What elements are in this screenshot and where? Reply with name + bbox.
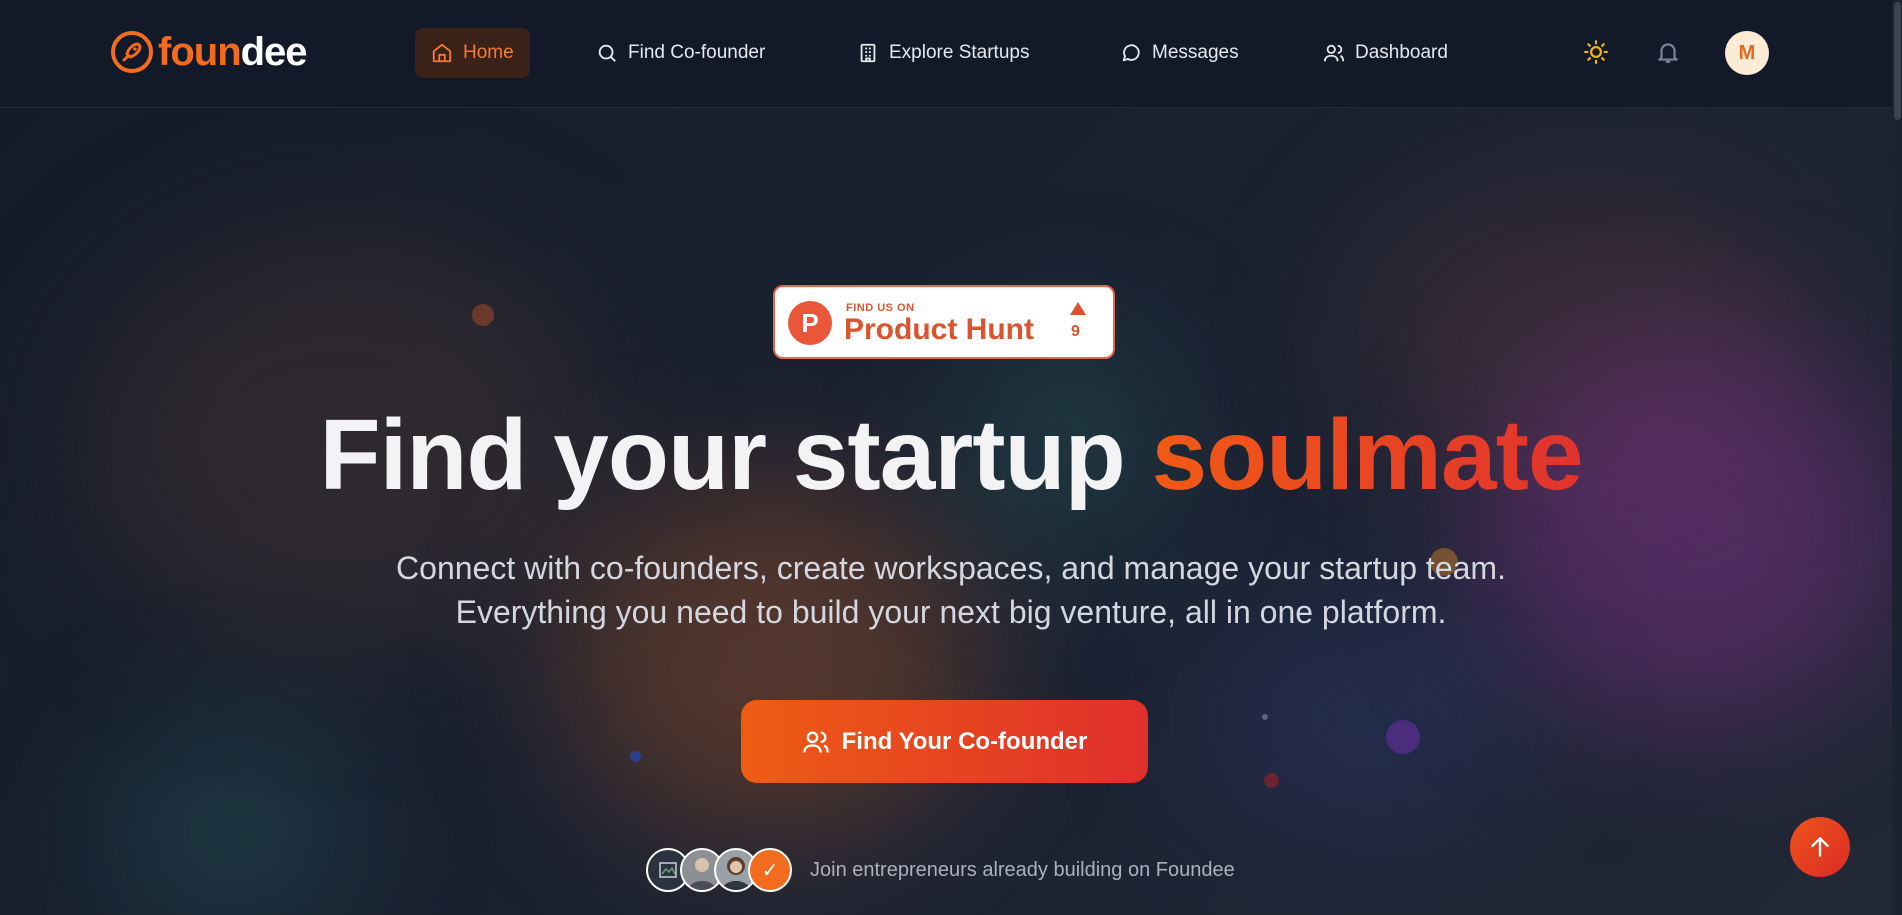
- product-hunt-logo-icon: P: [788, 301, 832, 345]
- hero-headline: Find your startup soulmate: [0, 395, 1902, 515]
- hero-subtitle-line-2: Everything you need to build your next b…: [455, 594, 1447, 630]
- nav-find-cofounder-label: Find Co-founder: [628, 42, 766, 63]
- product-hunt-title: Product Hunt: [844, 313, 1034, 346]
- social-proof: ✓ Join entrepreneurs already building on…: [646, 848, 1235, 892]
- top-navbar: foundee Home Find Co-founder Explore Sta…: [0, 0, 1902, 108]
- nav-explore-startups[interactable]: Explore Startups: [841, 28, 1045, 78]
- users-icon: [1323, 44, 1345, 62]
- users-icon: [802, 731, 829, 753]
- home-icon: [432, 43, 452, 63]
- nav-home[interactable]: Home: [415, 28, 530, 78]
- bell-icon: [1658, 43, 1678, 63]
- user-avatar[interactable]: M: [1725, 31, 1769, 75]
- theme-toggle-button[interactable]: [1578, 34, 1614, 70]
- foundee-logo[interactable]: foundee: [110, 30, 308, 74]
- notifications-button[interactable]: [1650, 34, 1686, 70]
- headline-highlight: soulmate: [1151, 399, 1583, 511]
- scrollbar[interactable]: [1892, 0, 1902, 915]
- upvote-count: 9: [1071, 323, 1080, 340]
- nav-explore-startups-label: Explore Startups: [889, 42, 1030, 63]
- nav-messages-label: Messages: [1152, 42, 1239, 63]
- broken-image-icon: [659, 862, 677, 878]
- brand-name: foundee: [158, 30, 308, 74]
- upvote-arrow-icon: [1070, 302, 1086, 315]
- nav-find-cofounder[interactable]: Find Co-founder: [580, 28, 781, 78]
- scroll-to-top-button[interactable]: [1790, 817, 1850, 877]
- arrow-up-icon: [1811, 837, 1829, 857]
- checkmark-avatar-badge: ✓: [748, 848, 792, 892]
- nav-dashboard[interactable]: Dashboard: [1307, 28, 1464, 78]
- search-icon: [598, 44, 616, 62]
- cta-label: Find Your Co-founder: [841, 727, 1088, 755]
- building-icon: [860, 43, 876, 63]
- sun-icon: [1584, 40, 1608, 64]
- rocket-icon: [111, 31, 153, 73]
- nav-messages[interactable]: Messages: [1104, 28, 1255, 78]
- product-hunt-badge[interactable]: P FIND US ON Product Hunt 9: [773, 285, 1115, 359]
- headline-text: Find your startup: [319, 399, 1152, 511]
- find-cofounder-cta-button[interactable]: Find Your Co-founder: [741, 700, 1148, 783]
- nav-dashboard-label: Dashboard: [1355, 42, 1448, 63]
- message-icon: [1122, 44, 1140, 62]
- hero-subtitle-line-1: Connect with co-founders, create workspa…: [396, 550, 1506, 586]
- nav-home-label: Home: [463, 42, 514, 63]
- scrollbar-thumb[interactable]: [1894, 2, 1901, 120]
- social-proof-text: Join entrepreneurs already building on F…: [810, 858, 1235, 881]
